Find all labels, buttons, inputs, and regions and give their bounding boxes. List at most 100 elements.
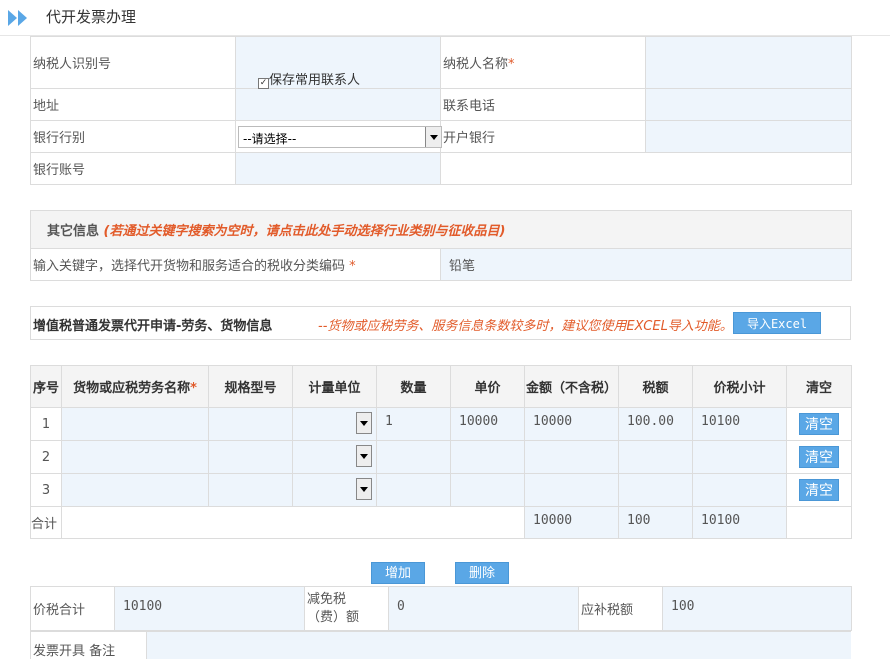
reduce-tax-label: 减免税 （费）额 bbox=[304, 586, 389, 631]
bank-type-select[interactable]: --请选择-- bbox=[238, 125, 442, 148]
taxpayer-id-input[interactable]: ✓ 保存常用联系人 bbox=[235, 36, 441, 89]
header-clear: 清空 bbox=[786, 365, 852, 408]
summary-table: 价税合计 10100 减免税 （费）额 0 应补税额 100 bbox=[30, 586, 852, 631]
spec-input[interactable] bbox=[208, 473, 293, 507]
subtotal-value bbox=[692, 473, 787, 507]
total-label: 合计 bbox=[30, 506, 62, 539]
tax-value bbox=[618, 473, 693, 507]
empty-cell bbox=[440, 152, 852, 185]
header-goods-name: 货物或应税劳务名称* bbox=[61, 365, 209, 408]
keyword-label-cell: 输入关键字，选择代开货物和服务适合的税收分类编码 * bbox=[30, 248, 441, 281]
price-input[interactable]: 10000 bbox=[450, 407, 525, 441]
row-seq: 2 bbox=[30, 440, 62, 474]
price-tax-total-value: 10100 bbox=[114, 586, 305, 631]
clear-row-button[interactable]: 清空 bbox=[799, 413, 839, 435]
chevron-down-icon[interactable] bbox=[356, 412, 372, 434]
goods-name-input[interactable] bbox=[61, 440, 209, 474]
total-tax: 100 bbox=[618, 506, 693, 539]
amount-input[interactable]: 10000 bbox=[524, 407, 619, 441]
bank-label: 开户银行 bbox=[440, 120, 646, 153]
header-amount: 金额（不含税） bbox=[524, 365, 619, 408]
address-input[interactable] bbox=[235, 88, 441, 121]
goods-name-input[interactable] bbox=[61, 473, 209, 507]
page-title: 代开发票办理 bbox=[46, 8, 137, 26]
taxpayer-info-table: 纳税人识别号 ✓ 保存常用联系人 纳税人名称* 地址 联系电话 银行行别 --请选… bbox=[30, 36, 852, 185]
row-seq: 3 bbox=[30, 473, 62, 507]
amount-input[interactable] bbox=[524, 473, 619, 507]
total-row: 合计 10000 100 10100 bbox=[30, 506, 852, 539]
reduce-tax-input[interactable]: 0 bbox=[388, 586, 579, 631]
address-label: 地址 bbox=[30, 88, 236, 121]
header-price: 单价 bbox=[450, 365, 525, 408]
table-row: 3 清空 bbox=[30, 473, 852, 507]
table-row: 2 清空 bbox=[30, 440, 852, 474]
phone-label: 联系电话 bbox=[440, 88, 646, 121]
delete-row-button[interactable]: 删除 bbox=[455, 562, 509, 584]
other-info-title: 其它信息 bbox=[47, 224, 100, 239]
taxpayer-info-section: 纳税人识别号 ✓ 保存常用联系人 纳税人名称* 地址 联系电话 银行行别 --请选… bbox=[30, 36, 852, 185]
taxpayer-name-input[interactable] bbox=[645, 36, 852, 89]
unit-select[interactable] bbox=[293, 408, 376, 440]
header-subtotal: 价税小计 bbox=[692, 365, 787, 408]
subtotal-value bbox=[692, 440, 787, 474]
remark-label: 发票开具 备注 bbox=[33, 644, 116, 659]
phone-input[interactable] bbox=[645, 88, 852, 121]
account-label: 银行账号 bbox=[30, 152, 236, 185]
tax-value bbox=[618, 440, 693, 474]
row-seq: 1 bbox=[30, 407, 62, 441]
other-info-header[interactable]: 其它信息 (若通过关键字搜索为空时，请点击此处手动选择行业类别与征收品目) bbox=[30, 210, 852, 249]
clear-row-button[interactable]: 清空 bbox=[799, 446, 839, 468]
summary-section: 价税合计 10100 减免税 （费）额 0 应补税额 100 发票开具 备注 bbox=[30, 586, 852, 659]
account-input[interactable] bbox=[235, 152, 441, 185]
unit-select[interactable] bbox=[293, 474, 376, 506]
save-contact-label: 保存常用联系人 bbox=[269, 73, 361, 88]
chevron-down-icon[interactable] bbox=[356, 445, 372, 467]
total-subtotal: 10100 bbox=[692, 506, 787, 539]
unit-select[interactable] bbox=[293, 441, 376, 473]
save-contact-checkbox[interactable]: ✓ 保存常用联系人 bbox=[258, 69, 360, 89]
qty-input[interactable] bbox=[376, 473, 451, 507]
tax-value: 100.00 bbox=[618, 407, 693, 441]
remark-row: 发票开具 备注 bbox=[30, 631, 851, 659]
spec-input[interactable] bbox=[208, 440, 293, 474]
bank-type-label: 银行行别 bbox=[30, 120, 236, 153]
goods-info-hint: --货物或应税劳务、服务信息条数较多时，建议您使用EXCEL导入功能。 bbox=[318, 319, 733, 334]
qty-input[interactable]: 1 bbox=[376, 407, 451, 441]
add-row-button[interactable]: 增加 bbox=[371, 562, 425, 584]
other-info-section: 其它信息 (若通过关键字搜索为空时，请点击此处手动选择行业类别与征收品目) 输入… bbox=[30, 210, 852, 281]
header-qty: 数量 bbox=[376, 365, 451, 408]
subtotal-value: 10100 bbox=[692, 407, 787, 441]
goods-name-input[interactable] bbox=[61, 407, 209, 441]
import-excel-button[interactable]: 导入Excel bbox=[733, 312, 821, 334]
header-tax: 税额 bbox=[618, 365, 693, 408]
due-tax-label: 应补税额 bbox=[578, 586, 663, 631]
price-input[interactable] bbox=[450, 440, 525, 474]
header-seq: 序号 bbox=[30, 365, 62, 408]
taxpayer-id-label: 纳税人识别号 bbox=[30, 36, 236, 89]
other-info-hint-link[interactable]: (若通过关键字搜索为空时，请点击此处手动选择行业类别与征收品目) bbox=[104, 224, 506, 239]
total-clear-empty bbox=[786, 506, 852, 539]
due-tax-value: 100 bbox=[662, 586, 852, 631]
other-info-table: 其它信息 (若通过关键字搜索为空时，请点击此处手动选择行业类别与征收品目) 输入… bbox=[30, 210, 852, 281]
remark-input[interactable] bbox=[146, 632, 851, 659]
total-empty bbox=[61, 506, 525, 539]
checkbox-checked-icon[interactable]: ✓ bbox=[258, 78, 269, 89]
chevron-down-icon[interactable] bbox=[356, 478, 372, 500]
spec-input[interactable] bbox=[208, 407, 293, 441]
qty-input[interactable] bbox=[376, 440, 451, 474]
table-row: 1 1 10000 10000 100.00 10100 清空 bbox=[30, 407, 852, 441]
amount-input[interactable] bbox=[524, 440, 619, 474]
keyword-input[interactable]: 铅笔 bbox=[440, 248, 852, 281]
items-header-row: 序号 货物或应税劳务名称* 规格型号 计量单位 数量 单价 金额（不含税） 税额… bbox=[30, 365, 852, 408]
header-unit: 计量单位 bbox=[292, 365, 377, 408]
price-input[interactable] bbox=[450, 473, 525, 507]
bank-type-value: --请选择-- bbox=[243, 131, 297, 146]
page-header: 代开发票办理 bbox=[0, 0, 890, 36]
items-table: 序号 货物或应税劳务名称* 规格型号 计量单位 数量 单价 金额（不含税） 税额… bbox=[30, 365, 852, 539]
chevron-down-icon[interactable] bbox=[425, 126, 441, 147]
price-tax-total-label: 价税合计 bbox=[30, 586, 115, 631]
total-amount: 10000 bbox=[524, 506, 619, 539]
goods-info-header: 增值税普通发票代开申请-劳务、货物信息 --货物或应税劳务、服务信息条数较多时，… bbox=[30, 306, 851, 340]
clear-row-button[interactable]: 清空 bbox=[799, 479, 839, 501]
bank-input[interactable] bbox=[645, 120, 852, 153]
